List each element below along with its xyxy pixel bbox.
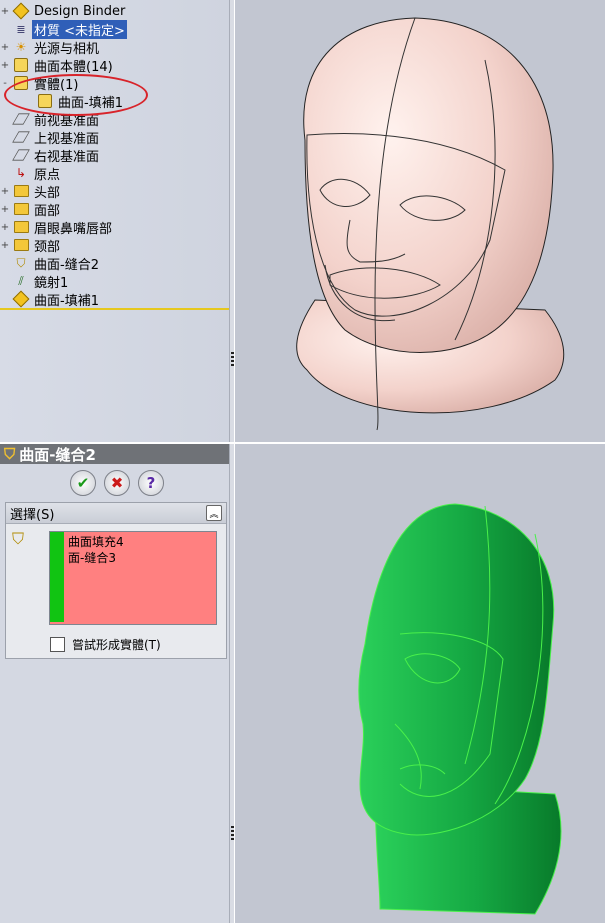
cancel-button[interactable]: ✖ [104,470,130,496]
tree-item-lights-cameras[interactable]: + ☀ 光源与相机 [0,38,101,57]
tree-item-label: 右视基准面 [34,149,100,165]
tree-item-label: 曲面-缝合2 [34,257,99,273]
tree-item-label: 曲面本體(14) [34,59,113,75]
expander[interactable]: + [0,6,10,17]
group-title: 選擇(S) [10,507,55,523]
solidworks-window: + Design Binder ≣ 材質 <未指定> + ☀ 光源与相机 + 曲… [0,0,605,923]
splitter-grip[interactable] [231,826,234,842]
plane-icon [12,111,30,127]
tree-item-label: Design Binder [34,3,126,19]
lights-cameras-icon: ☀ [15,40,27,54]
selection-list-items: 曲面填充4 面-缝合3 [68,534,124,566]
expander[interactable]: + [0,42,10,53]
ok-button[interactable]: ✔ [70,470,96,496]
tree-item-material[interactable]: ≣ 材質 <未指定> [0,19,127,39]
folder-icon [13,183,29,199]
tree-item-label: 头部 [34,185,61,201]
tree-item-label: 上视基准面 [34,131,100,147]
try-form-solid-option[interactable]: 嘗試形成實體(T) [50,636,161,653]
tree-item-label: 光源与相机 [34,41,100,57]
checkbox-label: 嘗試形成實體(T) [72,638,161,652]
head-model-pink [296,17,565,431]
help-button[interactable]: ? [138,470,164,496]
expander[interactable]: + [0,60,10,71]
try-form-solid-checkbox[interactable] [50,637,65,652]
selections-group-header[interactable]: 選擇(S) ︽ [6,503,226,524]
tree-item-top-plane[interactable]: 上视基准面 [0,128,101,147]
folder-icon [13,237,29,253]
selection-item[interactable]: 曲面填充4 [68,534,124,550]
tree-item-label: 材質 <未指定> [32,19,127,39]
fill-surface-icon [12,290,30,308]
property-manager-header: ⛉ 曲面-缝合2 [0,444,229,464]
feature-tree: + Design Binder ≣ 材質 <未指定> + ☀ 光源与相机 + 曲… [0,0,229,442]
tree-item-knit[interactable]: ⛉ 曲面-缝合2 [0,254,101,273]
expander[interactable]: + [0,222,10,233]
tree-item-fill[interactable]: 曲面-填補1 [0,290,101,309]
tree-item-folder-face[interactable]: + 面部 [0,200,62,219]
tree-item-folder-features[interactable]: + 眉眼鼻嘴唇部 [0,218,114,237]
tree-item-surface-bodies[interactable]: + 曲面本體(14) [0,56,115,75]
knit-selection-icon: ⛉ [12,529,25,548]
knit-surface-icon: ⛉ [4,445,16,463]
surface-bodies-icon [13,57,29,73]
head-model-green [358,503,562,915]
rollback-bar[interactable] [0,308,229,310]
folder-icon [13,201,29,217]
graphics-viewport-bottom[interactable] [235,444,605,923]
tree-item-label: 颈部 [34,239,61,255]
design-binder-icon [12,2,30,20]
splitter-grip[interactable] [231,352,234,368]
tree-item-folder-head[interactable]: + 头部 [0,182,62,201]
property-manager: ⛉ 曲面-缝合2 ✔ ✖ ? 選擇(S) ︽ ⛉ 曲面填充4 面-缝合3 嘗試形… [0,444,229,923]
tree-item-mirror[interactable]: ⫽ 鏡射1 [0,272,70,291]
tree-item-folder-neck[interactable]: + 颈部 [0,236,62,255]
tree-item-label: 面部 [34,203,61,219]
tree-item-label: 鏡射1 [34,275,69,291]
plane-icon [12,147,30,163]
material-icon: ≣ [16,22,26,36]
collapse-icon[interactable]: ︽ [206,505,222,521]
tree-item-label: 曲面-填補1 [34,293,99,309]
tree-item-origin[interactable]: ↳ 原点 [0,164,62,183]
expander[interactable]: + [0,204,10,215]
pm-action-buttons: ✔ ✖ ? [70,470,164,496]
selection-item[interactable]: 面-缝合3 [68,550,124,566]
mirror-icon: ⫽ [18,273,24,288]
tree-item-label: 原点 [34,167,61,183]
selection-color-bar [50,532,64,622]
tree-item-right-plane[interactable]: 右视基准面 [0,146,101,165]
property-manager-title: 曲面-缝合2 [19,445,96,464]
selections-group: 選擇(S) ︽ ⛉ 曲面填充4 面-缝合3 嘗試形成實體(T) [5,502,227,659]
knit-surface-icon: ⛉ [16,255,26,270]
expander[interactable]: + [0,240,10,251]
tree-item-label: 眉眼鼻嘴唇部 [34,221,113,237]
tree-item-design-binder[interactable]: + Design Binder [0,2,127,20]
expander[interactable]: + [0,186,10,197]
origin-icon: ↳ [15,166,27,180]
folder-icon [13,219,29,235]
annotation-circle [4,74,148,116]
plane-icon [12,129,30,145]
graphics-viewport-top[interactable] [235,0,605,442]
